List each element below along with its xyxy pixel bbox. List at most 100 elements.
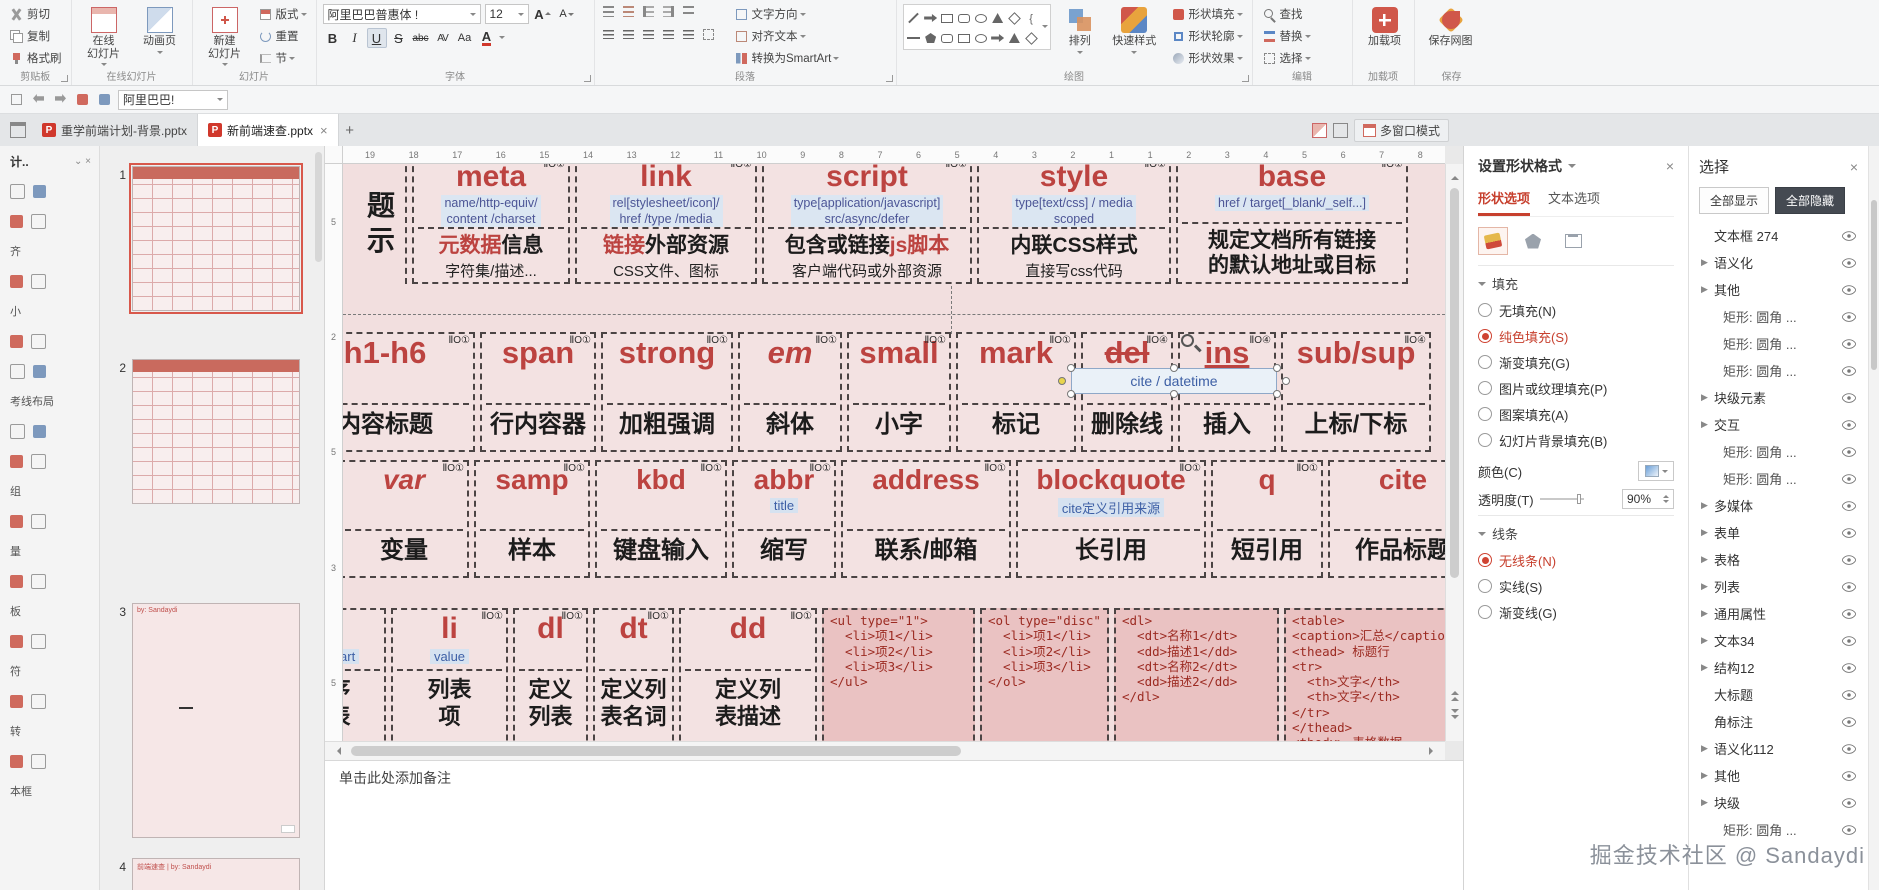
fill-option-radio[interactable]: 图案填充(A) xyxy=(1478,401,1674,427)
distribute-icon[interactable] xyxy=(681,27,696,42)
selected-textbox[interactable]: cite / datetime xyxy=(1058,364,1290,398)
selection-handle[interactable] xyxy=(1169,364,1178,372)
expand-arrow-icon[interactable]: ▶ xyxy=(1701,770,1714,781)
hide-all-button[interactable]: 全部隐藏 xyxy=(1775,187,1846,214)
visibility-eye-icon[interactable] xyxy=(1842,473,1856,484)
expand-arrow-icon[interactable]: ▶ xyxy=(1701,500,1714,511)
tag-card[interactable]: ⅡO① address 联系/邮箱 xyxy=(841,460,1011,578)
shape-fill-button[interactable]: 形状填充 xyxy=(1168,4,1246,24)
visibility-eye-icon[interactable] xyxy=(1842,500,1856,511)
tag-card[interactable]: <ul type="1"> <li>项1</li> <li>项2</li> <l… xyxy=(822,608,975,741)
new-slide-button[interactable]: 新建 幻灯片 xyxy=(199,4,251,69)
new-tab-button[interactable] xyxy=(339,114,361,146)
slide-preview[interactable]: 前端速查 | by: Sandaydi xyxy=(132,858,300,890)
tag-card[interactable]: <dl> <dt>名称1</dt> <dd>描述1</dd> <dt>名称2</… xyxy=(1114,608,1279,741)
selection-handle[interactable] xyxy=(1273,390,1281,398)
shape-outline-button[interactable]: 形状轮廓 xyxy=(1168,26,1246,46)
selection-list-item[interactable]: 角标注 xyxy=(1699,708,1858,735)
panel-scroll-thumb[interactable] xyxy=(1871,200,1877,370)
tag-card[interactable]: ⅡO① var 变量 xyxy=(343,460,469,578)
tag-card[interactable]: ⅡO① kbd 键盘输入 xyxy=(595,460,727,578)
line-spacing-icon[interactable] xyxy=(681,4,696,19)
tag-card[interactable]: ⅡO① mark 标记 xyxy=(956,332,1076,452)
tag-card[interactable]: ⅡO④ sub/sup 上标/下标 xyxy=(1281,332,1431,452)
tool-strip-item[interactable]: 量 xyxy=(0,536,99,566)
effects-icon[interactable] xyxy=(1518,227,1548,255)
visibility-eye-icon[interactable] xyxy=(1842,797,1856,808)
tag-card[interactable]: ol type/start 有序 列表 xyxy=(343,608,386,741)
view-mode-icon[interactable] xyxy=(1311,122,1327,138)
theme-font-select[interactable]: 阿里巴巴! xyxy=(118,89,228,110)
online-slides-button[interactable]: 在线 幻灯片 xyxy=(78,4,130,69)
line-option-radio[interactable]: 实线(S) xyxy=(1478,573,1674,599)
selection-list-item[interactable]: 矩形: 圆角 ... xyxy=(1699,303,1858,330)
notes-pane-body[interactable] xyxy=(325,794,1463,890)
selection-list-item[interactable]: ▶ 结构12 xyxy=(1699,654,1858,681)
visibility-eye-icon[interactable] xyxy=(1842,365,1856,376)
select-button[interactable]: 选择 xyxy=(1259,48,1346,68)
visibility-eye-icon[interactable] xyxy=(1842,554,1856,565)
selection-list-item[interactable]: ▶ 多媒体 xyxy=(1699,492,1858,519)
change-case-button[interactable] xyxy=(455,28,475,48)
dialog-launcher-icon[interactable] xyxy=(60,75,68,82)
previous-slide-icon[interactable] xyxy=(1449,687,1461,701)
selection-list-item[interactable]: 矩形: 圆角 ... xyxy=(1699,330,1858,357)
tag-card[interactable]: ⅡO① h1-h6 内容标题 xyxy=(343,332,475,452)
selection-list-item[interactable]: 矩形: 圆角 ... xyxy=(1699,357,1858,384)
close-panel-icon[interactable] xyxy=(1666,158,1674,174)
format-painter-button[interactable]: 格式刷 xyxy=(6,48,65,68)
visibility-eye-icon[interactable] xyxy=(1842,743,1856,754)
tag-card[interactable]: ⅡO① strong 加粗强调 xyxy=(601,332,733,452)
tool-strip-item[interactable]: 小 xyxy=(0,296,99,326)
justify-icon[interactable] xyxy=(661,27,676,42)
fill-option-radio[interactable]: 渐变填充(G) xyxy=(1478,349,1674,375)
visibility-eye-icon[interactable] xyxy=(1842,770,1856,781)
tool-strip-item[interactable] xyxy=(0,416,99,446)
tool-strip-item[interactable]: 计.. xyxy=(0,146,99,176)
tool-strip-item[interactable]: 板 xyxy=(0,596,99,626)
line-option-radio[interactable]: 无线条(N) xyxy=(1478,547,1674,573)
shape-effects-button[interactable]: 形状效果 xyxy=(1168,48,1246,68)
visibility-eye-icon[interactable] xyxy=(1842,419,1856,430)
save-web-image-button[interactable]: 保存网图 xyxy=(1421,4,1481,48)
visibility-eye-icon[interactable] xyxy=(1842,716,1856,727)
ellipse-shape-icon[interactable] xyxy=(974,33,987,43)
tab-text-options[interactable]: 文本选项 xyxy=(1548,188,1600,216)
slide-thumbnail[interactable]: 2 xyxy=(100,359,324,504)
find-button[interactable]: 查找 xyxy=(1259,4,1346,24)
tag-card[interactable]: ⅡO① small 小字 xyxy=(847,332,951,452)
font-color-button[interactable] xyxy=(477,28,497,48)
fill-and-line-icon[interactable] xyxy=(1478,227,1508,255)
font-size-select[interactable]: 12 xyxy=(484,4,529,24)
insert-shape-icon[interactable] xyxy=(96,91,113,108)
expand-arrow-icon[interactable]: ▶ xyxy=(1701,257,1714,268)
slider-handle[interactable] xyxy=(1577,494,1582,504)
tag-card[interactable]: ⅡO① style type[text/css] / media scoped 内联C… xyxy=(977,164,1171,284)
ellipse-shape-icon[interactable] xyxy=(974,13,987,23)
rectangle-shape-icon[interactable] xyxy=(958,33,971,43)
vertical-scroll-thumb[interactable] xyxy=(1450,188,1459,578)
replace-button[interactable]: 替换 xyxy=(1259,26,1346,46)
visibility-eye-icon[interactable] xyxy=(1842,527,1856,538)
chevron-down-icon[interactable] xyxy=(1568,164,1576,172)
quick-styles-button[interactable]: 快速样式 xyxy=(1109,4,1160,57)
collapse-icon[interactable] xyxy=(1478,531,1486,540)
fill-option-radio[interactable]: 图片或纹理填充(P) xyxy=(1478,375,1674,401)
file-tab-1[interactable]: 重学前端计划-背景.pptx xyxy=(32,114,199,146)
expand-arrow-icon[interactable]: ▶ xyxy=(1701,797,1714,808)
brace-shape-icon[interactable] xyxy=(1029,11,1033,25)
increase-font-button[interactable] xyxy=(533,4,553,24)
expand-arrow-icon[interactable]: ▶ xyxy=(1701,581,1714,592)
dialog-launcher-icon[interactable] xyxy=(1241,75,1249,82)
selection-handle[interactable] xyxy=(1273,364,1281,372)
file-tab-2[interactable]: 新前端速查.pptx xyxy=(198,114,339,146)
pentagon-shape-icon[interactable] xyxy=(925,33,937,43)
tag-card[interactable]: ⅡO① blockquote cite定义引用来源 长引用 xyxy=(1016,460,1206,578)
diamond-shape-icon[interactable] xyxy=(1024,31,1038,45)
tool-strip-item[interactable]: 本框 xyxy=(0,776,99,806)
adjust-handle[interactable] xyxy=(1058,377,1066,385)
selection-list-item[interactable]: 大标题 xyxy=(1699,681,1858,708)
scroll-left-icon[interactable] xyxy=(333,747,341,755)
undo-icon[interactable] xyxy=(30,91,47,108)
visibility-eye-icon[interactable] xyxy=(1842,608,1856,619)
